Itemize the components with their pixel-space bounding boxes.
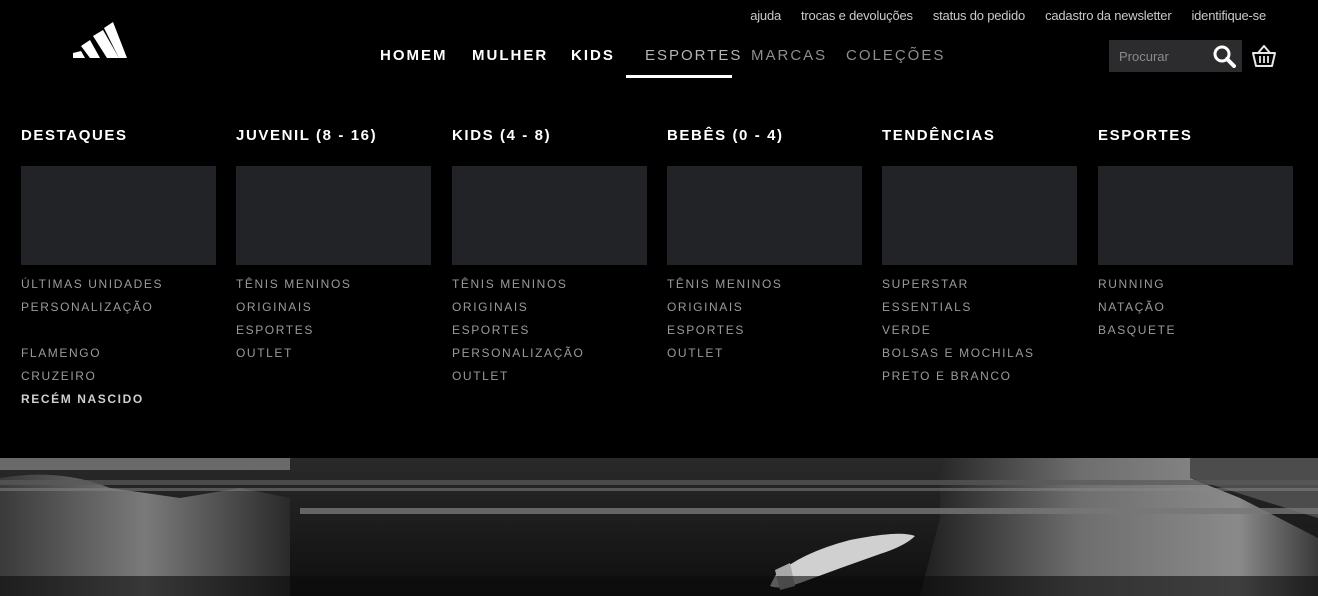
menu-col-kids: KIDS (4 - 8) TÊNIS MENINOS ORIGINAIS ESP… [452, 126, 648, 383]
menu-col-image[interactable] [882, 166, 1077, 265]
util-link-newsletter[interactable]: cadastro da newsletter [1045, 8, 1172, 23]
menu-link[interactable]: ESPORTES [236, 320, 351, 343]
menu-col-title[interactable]: BEBÊS (0 - 4) [667, 126, 863, 146]
menu-link[interactable]: ORIGINAIS [236, 297, 351, 320]
menu-col-tendencias: TENDÊNCIAS SUPERSTAR ESSENTIALS VERDE BO… [882, 126, 1078, 383]
util-link-trocas[interactable]: trocas e devoluções [801, 8, 913, 23]
menu-link[interactable]: PRETO E BRANCO [882, 366, 1035, 389]
search-input[interactable] [1109, 40, 1215, 72]
menu-col-image[interactable] [21, 166, 216, 265]
active-tab-underline [626, 75, 732, 78]
menu-link[interactable]: ESPORTES [667, 320, 782, 343]
nav-homem[interactable]: HOMEM [380, 40, 448, 78]
menu-col-image[interactable] [1098, 166, 1293, 265]
menu-col-juvenil: JUVENIL (8 - 16) TÊNIS MENINOS ORIGINAIS… [236, 126, 432, 360]
util-link-identifique[interactable]: identifique-se [1191, 8, 1266, 23]
menu-link[interactable]: RECÉM NASCIDO [21, 389, 163, 412]
menu-link[interactable]: ÚLTIMAS UNIDADES [21, 274, 163, 297]
util-link-ajuda[interactable]: ajuda [750, 8, 781, 23]
menu-link[interactable]: RUNNING [1098, 274, 1176, 297]
menu-link[interactable]: OUTLET [452, 366, 584, 389]
menu-link[interactable]: PERSONALIZAÇÃO [452, 343, 584, 366]
menu-link[interactable]: TÊNIS MENINOS [236, 274, 351, 297]
menu-col-title[interactable]: DESTAQUES [21, 126, 217, 146]
menu-link[interactable]: ESPORTES [452, 320, 584, 343]
menu-link[interactable]: PERSONALIZAÇÃO [21, 297, 163, 320]
basket-icon[interactable] [1252, 45, 1276, 67]
hero-photo [0, 458, 1318, 596]
menu-col-bebes: BEBÊS (0 - 4) TÊNIS MENINOS ORIGINAIS ES… [667, 126, 863, 360]
menu-link[interactable]: ORIGINAIS [667, 297, 782, 320]
nav-esportes[interactable]: ESPORTES [645, 40, 742, 78]
menu-link[interactable]: CRUZEIRO [21, 366, 163, 389]
menu-link[interactable]: TÊNIS MENINOS [452, 274, 584, 297]
menu-col-links: TÊNIS MENINOS ORIGINAIS ESPORTES OUTLET [236, 274, 351, 366]
search-box [1109, 40, 1242, 72]
menu-col-image[interactable] [452, 166, 647, 265]
menu-col-title[interactable]: ESPORTES [1098, 126, 1294, 146]
menu-link-spacer [21, 320, 163, 343]
util-link-status[interactable]: status do pedido [933, 8, 1025, 23]
nav-colecoes[interactable]: COLEÇÕES [846, 40, 945, 78]
menu-col-links: SUPERSTAR ESSENTIALS VERDE BOLSAS E MOCH… [882, 274, 1035, 389]
menu-link[interactable]: VERDE [882, 320, 1035, 343]
menu-link[interactable]: OUTLET [667, 343, 782, 366]
menu-link[interactable]: TÊNIS MENINOS [667, 274, 782, 297]
menu-col-destaques: DESTAQUES ÚLTIMAS UNIDADES PERSONALIZAÇÃ… [21, 126, 217, 406]
menu-col-links: TÊNIS MENINOS ORIGINAIS ESPORTES OUTLET [667, 274, 782, 366]
hero-image[interactable] [0, 458, 1318, 596]
menu-col-title[interactable]: TENDÊNCIAS [882, 126, 1078, 146]
menu-col-links: RUNNING NATAÇÃO BASQUETE [1098, 274, 1176, 343]
menu-link[interactable]: ESSENTIALS [882, 297, 1035, 320]
nav-kids[interactable]: KIDS [571, 40, 615, 78]
menu-link[interactable]: FLAMENGO [21, 343, 163, 366]
menu-col-title[interactable]: JUVENIL (8 - 16) [236, 126, 432, 146]
menu-link[interactable]: NATAÇÃO [1098, 297, 1176, 320]
menu-col-esportes: ESPORTES RUNNING NATAÇÃO BASQUETE [1098, 126, 1294, 337]
menu-link[interactable]: BASQUETE [1098, 320, 1176, 343]
menu-link[interactable]: ORIGINAIS [452, 297, 584, 320]
menu-col-image[interactable] [667, 166, 862, 265]
menu-col-links: TÊNIS MENINOS ORIGINAIS ESPORTES PERSONA… [452, 274, 584, 389]
menu-col-links: ÚLTIMAS UNIDADES PERSONALIZAÇÃO FLAMENGO… [21, 274, 163, 412]
nav-mulher[interactable]: MULHER [472, 40, 548, 78]
nav-marcas[interactable]: MARCAS [751, 40, 827, 78]
search-icon[interactable] [1212, 44, 1236, 68]
menu-col-title[interactable]: KIDS (4 - 8) [452, 126, 648, 146]
menu-link[interactable]: SUPERSTAR [882, 274, 1035, 297]
menu-link[interactable]: BOLSAS E MOCHILAS [882, 343, 1035, 366]
utility-bar: ajuda trocas e devoluções status do pedi… [750, 8, 1266, 23]
menu-col-image[interactable] [236, 166, 431, 265]
menu-link[interactable]: OUTLET [236, 343, 351, 366]
